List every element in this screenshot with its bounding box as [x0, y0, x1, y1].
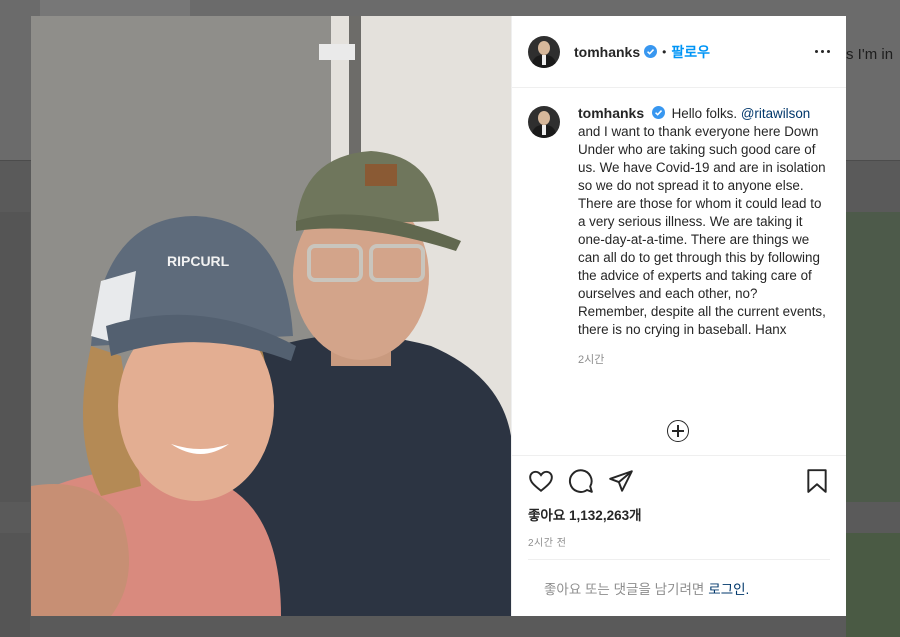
bookmark-icon[interactable] — [804, 468, 830, 494]
verified-badge-icon — [644, 45, 658, 58]
mention-link[interactable]: @ritawilson — [741, 106, 810, 121]
likes-count[interactable]: 좋아요 1,132,263개 — [528, 504, 830, 524]
likes-number: 1,132,263개 — [569, 508, 642, 523]
login-prompt-bar: 좋아요 또는 댓글을 남기려면 로그인. — [528, 559, 830, 616]
caption-row: tomhanks Hello folks. @ritawilson and I … — [528, 104, 830, 339]
login-link[interactable]: 로그인. — [708, 578, 749, 598]
share-icon[interactable] — [608, 468, 634, 494]
post-actions: 좋아요 1,132,263개 2시간 전 좋아요 또는 댓글을 남기려면 로그인… — [512, 455, 846, 616]
heart-icon[interactable] — [528, 468, 554, 494]
background-thumbnail — [846, 212, 900, 502]
caption-body: and I want to thank everyone here Down U… — [578, 124, 826, 337]
verified-badge-icon — [651, 106, 665, 119]
follow-button[interactable]: 팔로우 — [671, 42, 710, 62]
background-thumbnail — [0, 533, 30, 637]
background-bio-text: s I'm in — [846, 46, 894, 63]
caption-start: Hello folks. — [671, 106, 738, 121]
post-photo[interactable]: RIPCURL — [31, 16, 511, 616]
caption-username-link[interactable]: tomhanks — [578, 105, 644, 121]
posted-time[interactable]: 2시간 전 — [528, 534, 830, 549]
svg-text:RIPCURL: RIPCURL — [167, 253, 230, 269]
background-thumbnail — [846, 533, 900, 637]
likes-label: 좋아요 — [528, 508, 566, 523]
caption-avatar[interactable] — [528, 106, 560, 138]
caption-text: tomhanks Hello folks. @ritawilson and I … — [578, 104, 830, 339]
caption-time: 2시간 — [578, 354, 605, 366]
login-prompt-text: 좋아요 또는 댓글을 남기려면 — [544, 582, 705, 597]
comments-area: tomhanks Hello folks. @ritawilson and I … — [512, 88, 846, 455]
post-modal: RIPCURL tomhanks • 팔로우 tomhanks Hello fo… — [31, 16, 846, 616]
selfie-photo-illustration: RIPCURL — [31, 16, 511, 616]
avatar[interactable] — [528, 35, 560, 68]
add-circle-icon[interactable] — [667, 420, 689, 442]
post-side-panel: tomhanks • 팔로우 tomhanks Hello folks. @ri… — [511, 16, 846, 616]
username-link[interactable]: tomhanks — [574, 44, 640, 60]
action-icons — [528, 462, 830, 500]
comment-icon[interactable] — [568, 468, 594, 494]
background-thumbnail — [40, 0, 190, 16]
post-header: tomhanks • 팔로우 — [512, 16, 846, 88]
more-icon[interactable] — [815, 50, 830, 53]
background-thumbnail — [0, 212, 30, 502]
separator-dot: • — [662, 44, 667, 59]
